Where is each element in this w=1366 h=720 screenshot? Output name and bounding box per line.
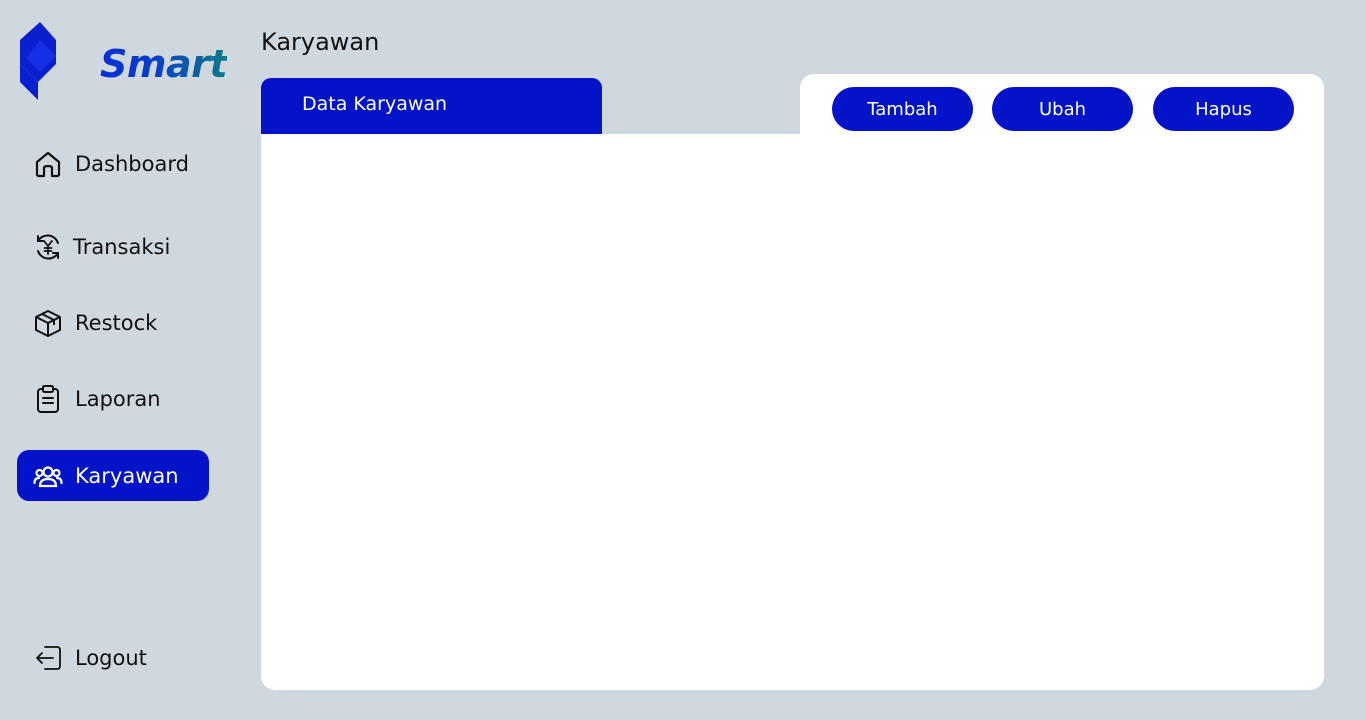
users-icon [33,465,63,487]
box-icon [35,309,61,337]
sidebar-item-karyawan[interactable]: Karyawan [17,450,209,501]
sidebar-item-dashboard[interactable]: Dashboard [17,138,209,189]
clipboard-icon [37,384,59,413]
logout-button[interactable]: Logout [17,632,209,683]
tab-data-karyawan[interactable]: Data Karyawan [261,78,602,134]
logout-label: Logout [75,645,147,670]
sidebar-item-label: Laporan [75,386,161,411]
sidebar-item-restock[interactable]: Restock [17,297,209,348]
app-logo: Smart [18,20,228,104]
logo-wordmark: Smart [100,42,228,86]
logout-icon [36,645,61,670]
home-icon [35,151,61,177]
add-button[interactable]: Tambah [832,87,973,131]
delete-button[interactable]: Hapus [1153,87,1294,131]
logo-mark-icon [20,22,56,100]
sidebar-item-label: Transaksi [73,234,171,259]
tab-label: Data Karyawan [302,93,448,115]
sidebar-item-label: Restock [75,310,158,335]
sidebar-item-transaksi[interactable]: Transaksi [17,221,209,272]
page-title: Karyawan [261,28,380,56]
currency-exchange-icon [37,234,59,259]
sidebar-item-label: Karyawan [75,463,179,488]
edit-button[interactable]: Ubah [992,87,1133,131]
employee-data-panel [261,134,1324,690]
sidebar-item-laporan[interactable]: Laporan [17,373,209,424]
sidebar-item-label: Dashboard [75,151,189,176]
